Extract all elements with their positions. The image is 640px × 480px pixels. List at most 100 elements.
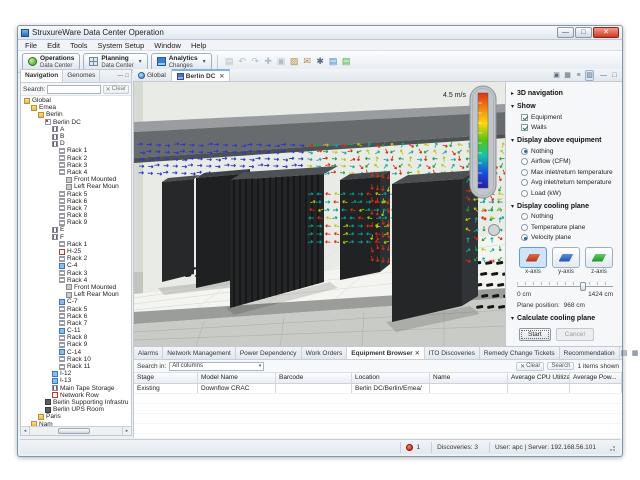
tree-item[interactable]: Berlin bbox=[21, 111, 131, 118]
3d-viewport[interactable]: 4.5 m/s bbox=[133, 82, 505, 346]
tree-item[interactable]: Rack 1 bbox=[21, 147, 131, 154]
legend-handle[interactable] bbox=[489, 225, 500, 236]
tree-item[interactable]: C-11 bbox=[21, 327, 131, 334]
resize-grip[interactable] bbox=[607, 443, 616, 452]
tree-item[interactable]: Rack 2 bbox=[21, 255, 131, 262]
tree-search-clear-button[interactable]: ✕Clear bbox=[103, 85, 129, 94]
analytics-dropdown-icon[interactable]: ▾ bbox=[203, 58, 206, 65]
outline-icon[interactable]: ≡ bbox=[574, 71, 583, 80]
table-clear-button[interactable]: ✕Clear bbox=[516, 362, 544, 371]
scroll-left-icon[interactable]: ◂ bbox=[21, 427, 30, 435]
bottom-tab[interactable]: Power Dependency ✕ bbox=[236, 347, 302, 359]
tab-global[interactable]: Global bbox=[133, 69, 172, 81]
bottom-tab[interactable]: Recommendation ✕ bbox=[560, 347, 620, 359]
tree-item[interactable]: Main Tape Storage bbox=[21, 385, 131, 392]
discoveries-status[interactable]: Discoveries: 3 bbox=[431, 442, 483, 453]
scroll-track[interactable] bbox=[30, 427, 122, 435]
email-icon[interactable]: ✉ bbox=[301, 55, 314, 68]
bottom-tab[interactable]: ITO Discoveries ✕ bbox=[425, 347, 480, 359]
axis-button[interactable] bbox=[519, 247, 547, 268]
minimize-button[interactable]: — bbox=[557, 27, 574, 38]
tree-item[interactable]: H-25 bbox=[21, 248, 131, 255]
tree-item[interactable]: Berlin Supporting Infrastru bbox=[21, 399, 131, 406]
tree-item[interactable]: I-12 bbox=[21, 370, 131, 377]
tree-item[interactable]: Rack 6 bbox=[21, 313, 131, 320]
tree-search-input[interactable] bbox=[47, 85, 100, 94]
layers-icon[interactable]: ▦ bbox=[563, 71, 572, 80]
bottom-tab[interactable]: Work Orders ✕ bbox=[302, 347, 348, 359]
section-display-cooling-plane[interactable]: ▾Display cooling plane bbox=[511, 203, 617, 210]
menu-item[interactable]: Window bbox=[149, 41, 186, 50]
panel-maximize-icon[interactable]: □ bbox=[125, 73, 129, 79]
tree-item[interactable]: Left Rear Moun bbox=[21, 183, 131, 190]
section-show[interactable]: ▾Show bbox=[511, 103, 617, 110]
report-icon[interactable]: ▤ bbox=[327, 55, 340, 68]
tree-item[interactable]: Berlin UPS Room bbox=[21, 406, 131, 413]
tree-item[interactable]: E bbox=[21, 226, 131, 233]
scroll-right-icon[interactable]: ▸ bbox=[122, 427, 131, 435]
camera-icon[interactable]: ▣ bbox=[552, 71, 561, 80]
radio-option[interactable]: Avg inlet/return temperature bbox=[521, 179, 617, 186]
tree-item[interactable]: Rack 5 bbox=[21, 190, 131, 197]
scroll-thumb[interactable] bbox=[58, 428, 90, 434]
clipboard-icon[interactable]: ▣ bbox=[275, 55, 288, 68]
tree-item[interactable]: B bbox=[21, 133, 131, 140]
tree-horizontal-scrollbar[interactable]: ◂ ▸ bbox=[21, 426, 131, 435]
maximize-button[interactable]: □ bbox=[575, 27, 592, 38]
menu-item[interactable]: File bbox=[20, 41, 42, 50]
grid-icon[interactable]: ▦ bbox=[631, 349, 640, 358]
bottom-tab[interactable]: Alarms ✕ bbox=[134, 347, 163, 359]
tree-item[interactable]: Rack 7 bbox=[21, 205, 131, 212]
view-maximize-icon[interactable]: □ bbox=[610, 71, 619, 80]
add-report-icon[interactable]: ▤ bbox=[340, 55, 353, 68]
close-button[interactable]: ✕ bbox=[593, 27, 619, 38]
title-bar[interactable]: StruxureWare Data Center Operation — □ ✕ bbox=[18, 26, 622, 40]
perspective-analytics-button[interactable]: AnalyticsChanges ▾ bbox=[151, 53, 212, 71]
tab-berlin-dc[interactable]: Berlin DC ✕ bbox=[172, 69, 231, 81]
tree-item[interactable]: Front Mounted bbox=[21, 176, 131, 183]
slider-thumb[interactable] bbox=[580, 282, 586, 291]
checkbox-option[interactable]: Walls bbox=[521, 124, 617, 131]
column-header[interactable]: Average CPU Utilization ... bbox=[508, 373, 570, 383]
radio-option[interactable]: Temperature plane bbox=[521, 224, 617, 231]
column-header[interactable]: Stage bbox=[134, 373, 198, 383]
column-header[interactable]: Barcode bbox=[276, 373, 352, 383]
tree-item[interactable]: Rack 1 bbox=[21, 241, 131, 248]
tree-item[interactable]: Rack 8 bbox=[21, 334, 131, 341]
screenshot-icon[interactable]: ▨ bbox=[288, 55, 301, 68]
tree-item[interactable]: Berlin DC bbox=[21, 119, 131, 126]
tree-item[interactable]: C-7 bbox=[21, 298, 131, 305]
planning-dropdown-icon[interactable]: ▾ bbox=[139, 58, 142, 65]
tree-item[interactable]: C-14 bbox=[21, 349, 131, 356]
slider-track[interactable] bbox=[517, 286, 613, 287]
plane-position-slider[interactable]: 0 cm 1424 cm Plane position: 968 cm bbox=[517, 282, 613, 309]
bottom-tab[interactable]: Equipment Browser ✕ bbox=[347, 347, 424, 359]
tree-item[interactable]: Rack 4 bbox=[21, 169, 131, 176]
save-icon[interactable]: ▤ bbox=[223, 55, 236, 68]
column-header[interactable]: Average Pow... bbox=[570, 373, 622, 383]
tree-item[interactable]: A bbox=[21, 126, 131, 133]
tree-item[interactable]: Rack 2 bbox=[21, 155, 131, 162]
tree-item[interactable]: Network Row bbox=[21, 392, 131, 399]
section-calculate-cooling-plane[interactable]: ▾Calculate cooling plane bbox=[511, 315, 617, 322]
table-search-button[interactable]: Search bbox=[547, 362, 574, 370]
pin-icon[interactable]: ✚ bbox=[262, 55, 275, 68]
alarm-status[interactable]: 1 bbox=[400, 442, 425, 453]
tab-genomes[interactable]: Genomes bbox=[63, 70, 100, 82]
tree-item[interactable]: Rack 10 bbox=[21, 356, 131, 363]
tree-item[interactable]: Rack 8 bbox=[21, 212, 131, 219]
column-header[interactable]: Name bbox=[430, 373, 508, 383]
radio-option[interactable]: Velocity plane bbox=[521, 234, 617, 241]
tab-close-icon[interactable]: ✕ bbox=[219, 73, 224, 80]
tab-close-icon[interactable]: ✕ bbox=[415, 350, 420, 357]
tree-item[interactable]: Rack 9 bbox=[21, 341, 131, 348]
tree-item[interactable]: Rack 9 bbox=[21, 219, 131, 226]
bottom-tab[interactable]: Network Management ✕ bbox=[163, 347, 236, 359]
menu-item[interactable]: Help bbox=[186, 41, 211, 50]
checkbox-option[interactable]: Equipment bbox=[521, 114, 617, 121]
tree-item[interactable]: D bbox=[21, 140, 131, 147]
tree-item[interactable]: Rack 5 bbox=[21, 305, 131, 312]
tree-item[interactable]: I-13 bbox=[21, 377, 131, 384]
tree-item[interactable]: Rack 6 bbox=[21, 198, 131, 205]
column-header[interactable]: Location bbox=[352, 373, 430, 383]
